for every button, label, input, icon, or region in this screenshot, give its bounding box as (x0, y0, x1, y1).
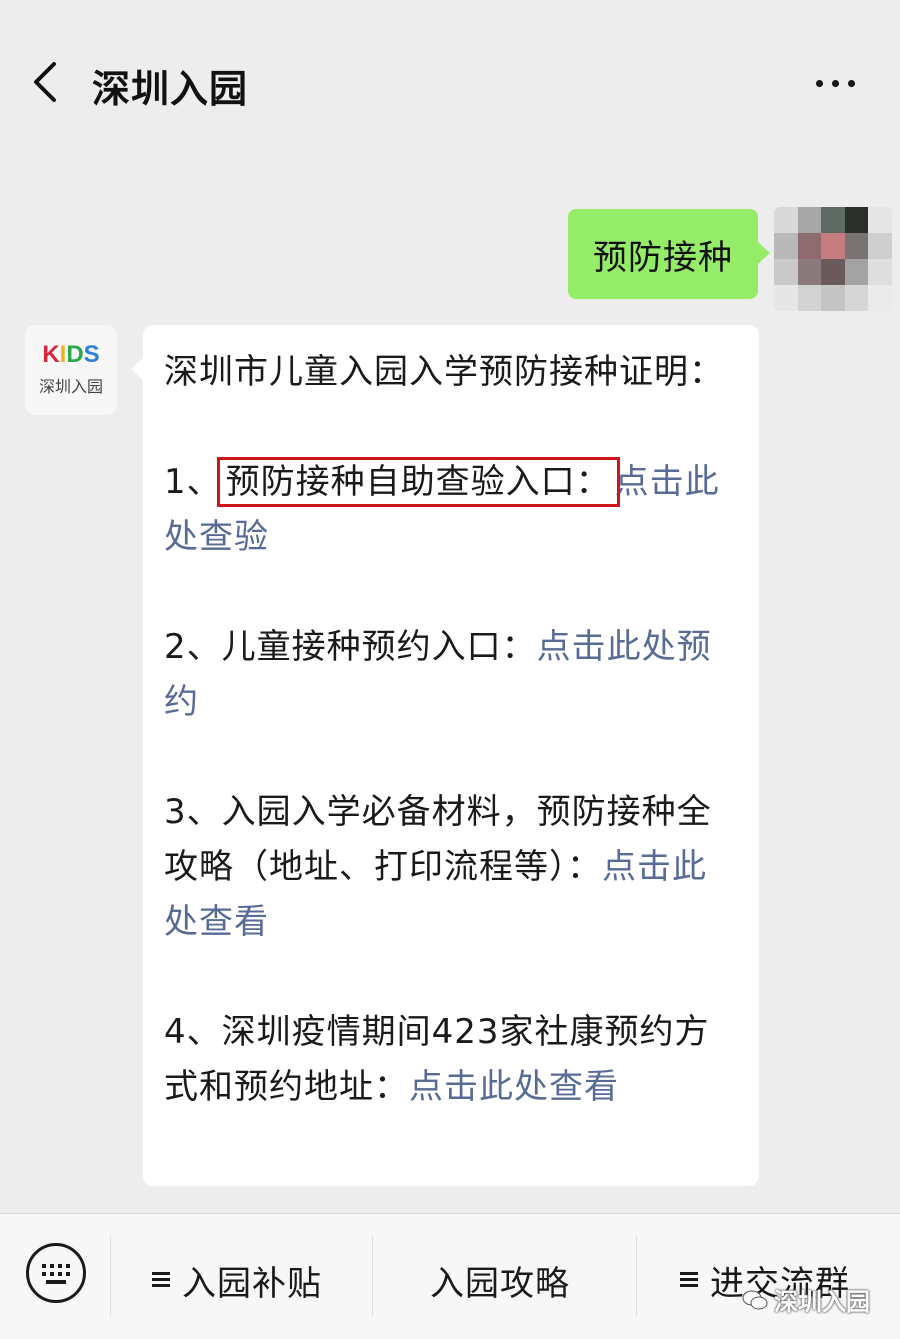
menu-list-icon (152, 1272, 170, 1288)
menu-label: 入园补贴 (182, 1263, 322, 1304)
menu-guide[interactable]: 入园攻略 (430, 1250, 570, 1310)
more-dots-icon[interactable] (814, 62, 858, 102)
wechat-icon (742, 1289, 768, 1311)
bottom-menu-bar: 入园补贴 入园攻略 进交流群 (0, 1213, 900, 1339)
list-item: 3、入园入学必备材料，预防接种全攻略（地址、打印流程等）：点击此处查看 (164, 785, 739, 950)
menu-label: 入园攻略 (430, 1263, 570, 1304)
watermark-text: 深圳入园 (774, 1288, 870, 1316)
list-item: 4、深圳疫情期间423家社康预约方式和预约地址：点击此处查看 (164, 1005, 739, 1115)
list-item: 2、儿童接种预约入口：点击此处预约 (164, 620, 739, 730)
watermark: 深圳入园 (742, 1282, 870, 1317)
user-avatar[interactable] (774, 207, 892, 311)
bot-avatar[interactable]: KIDS 深圳入园 (25, 325, 117, 415)
item-prefix: 1、 (164, 462, 222, 502)
item-prefix: 2、儿童接种预约入口： (164, 627, 537, 667)
highlight-box: 预防接种自助查验入口： (216, 457, 620, 507)
outgoing-message-bubble[interactable]: 预防接种 (568, 209, 770, 299)
outgoing-message-text: 预防接种 (593, 237, 733, 278)
menu-subsidy[interactable]: 入园补贴 (152, 1250, 322, 1310)
chat-title: 深圳入园 (92, 67, 249, 111)
kids-logo: KIDS (42, 341, 100, 368)
chevron-left-icon[interactable] (28, 60, 64, 104)
clinic-link[interactable]: 点击此处查看 (409, 1067, 619, 1107)
avatar-caption: 深圳入园 (38, 377, 103, 396)
menu-list-icon (680, 1272, 698, 1288)
message-heading: 深圳市儿童入园入学预防接种证明： (164, 352, 724, 392)
keyboard-icon[interactable] (26, 1243, 86, 1303)
list-item: 1、 预防接种自助查验入口： 点击此处查验 (164, 455, 739, 565)
incoming-message-bubble: 深圳市儿童入园入学预防接种证明： 1、 预防接种自助查验入口： 点击此处查验 2、儿… (131, 325, 759, 1186)
chat-header: 深圳入园 (0, 0, 900, 165)
